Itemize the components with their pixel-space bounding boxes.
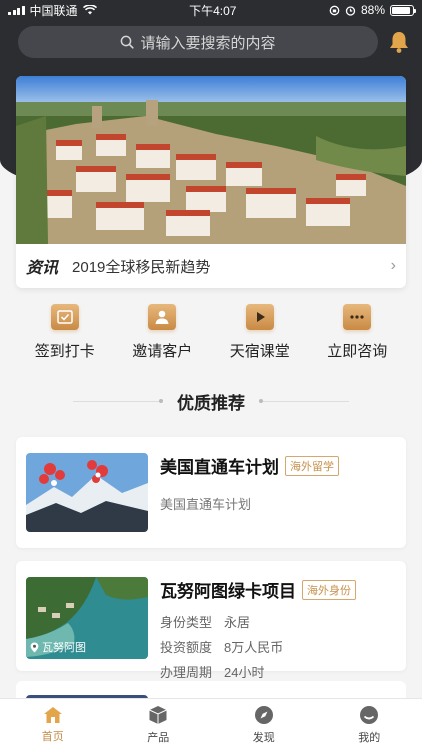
check-in-icon [50,304,79,330]
spec-row: 投资额度 8万人民币 [160,637,396,656]
user-icon [148,304,177,330]
tab-label: 我的 [358,731,381,744]
carrier-label: 中国联通 [29,3,78,18]
divider [259,398,349,403]
product-thumbnail: 瓦努阿图 [26,577,148,659]
status-bar: 中国联通 下午4:07 88% [0,0,422,20]
thumbnail-caption: 瓦努阿图 [30,639,86,655]
bell-icon[interactable] [388,30,410,54]
spec-value: 24小时 [224,665,265,680]
chevron-right-icon: › [390,257,396,274]
chat-icon [343,304,372,330]
home-icon [43,706,62,723]
search-placeholder: 请输入要搜索的内容 [140,34,276,52]
tab-home[interactable]: 首页 [0,699,106,750]
tab-profile[interactable]: 我的 [317,699,422,750]
product-subtitle: 美国直通车计划 [160,497,252,512]
spec-label: 身份类型 [160,615,213,630]
section-title: 优质推荐 [177,393,245,413]
product-thumbnail [26,453,148,532]
tab-label: 发现 [252,731,275,744]
battery-percent: 88% [360,3,385,17]
clock: 下午4:07 [189,3,237,18]
quick-action-label: 立即咨询 [327,343,388,360]
alarm-icon [345,5,356,16]
orientation-lock-icon [329,5,340,15]
news-tag: 资讯 [26,260,59,277]
spec-value: 永居 [224,615,251,630]
news-row[interactable]: 资讯 2019全球移民新趋势 › [16,244,406,288]
product-badge: 海外留学 [285,455,339,476]
product-card[interactable]: 瓦努阿图 瓦努阿图绿卡项目 海外身份 身份类型 永居 投资额度 8万人民币 办理… [16,561,406,680]
tab-discover[interactable]: 发现 [211,699,317,750]
quick-action-label: 签到打卡 [34,343,95,360]
compass-icon [254,705,273,724]
tab-bar: 首页 产品 发现 我的 [0,698,422,750]
signal-icon [8,5,25,15]
banner-card[interactable]: 资讯 2019全球移民新趋势 › [16,76,406,288]
tab-label: 产品 [147,731,170,744]
location-pin-icon [30,642,39,652]
news-title: 2019全球移民新趋势 [72,258,211,276]
quick-action-label: 邀请客户 [132,343,193,360]
spec-label: 投资额度 [160,640,213,655]
quick-action-consult[interactable]: 立即咨询 [312,304,402,374]
spec-label: 办理周期 [160,665,213,680]
wifi-icon [82,5,97,15]
quick-action-invite[interactable]: 邀请客户 [117,304,207,374]
banner-image [16,76,406,244]
quick-action-check-in[interactable]: 签到打卡 [20,304,110,374]
quick-action-label: 天宿课堂 [229,343,290,360]
product-badge: 海外身份 [302,579,356,600]
search-input[interactable]: 请输入要搜索的内容 [18,26,378,58]
search-icon [121,35,135,49]
section-header: 优质推荐 [0,388,422,414]
search-row: 请输入要搜索的内容 [18,26,410,58]
spec-row: 身份类型 永居 [160,612,396,631]
play-icon [245,304,274,330]
quick-action-classroom[interactable]: 天宿课堂 [215,304,305,374]
product-name: 瓦努阿图绿卡项目 [160,582,296,601]
caption-label: 瓦努阿图 [42,642,86,654]
battery-icon [390,4,416,16]
quick-actions: 签到打卡 邀请客户 天宿课堂 立即咨询 [16,304,406,374]
product-card[interactable]: 美国直通车计划 海外留学 美国直通车计划 [16,437,406,548]
box-icon [149,705,167,724]
divider [73,398,163,403]
profile-icon [360,705,379,724]
product-name: 美国直通车计划 [160,458,279,477]
spec-row: 办理周期 24小时 [160,662,396,681]
tab-label: 首页 [41,730,64,743]
spec-value: 8万人民币 [224,640,284,655]
tab-products[interactable]: 产品 [106,699,212,750]
